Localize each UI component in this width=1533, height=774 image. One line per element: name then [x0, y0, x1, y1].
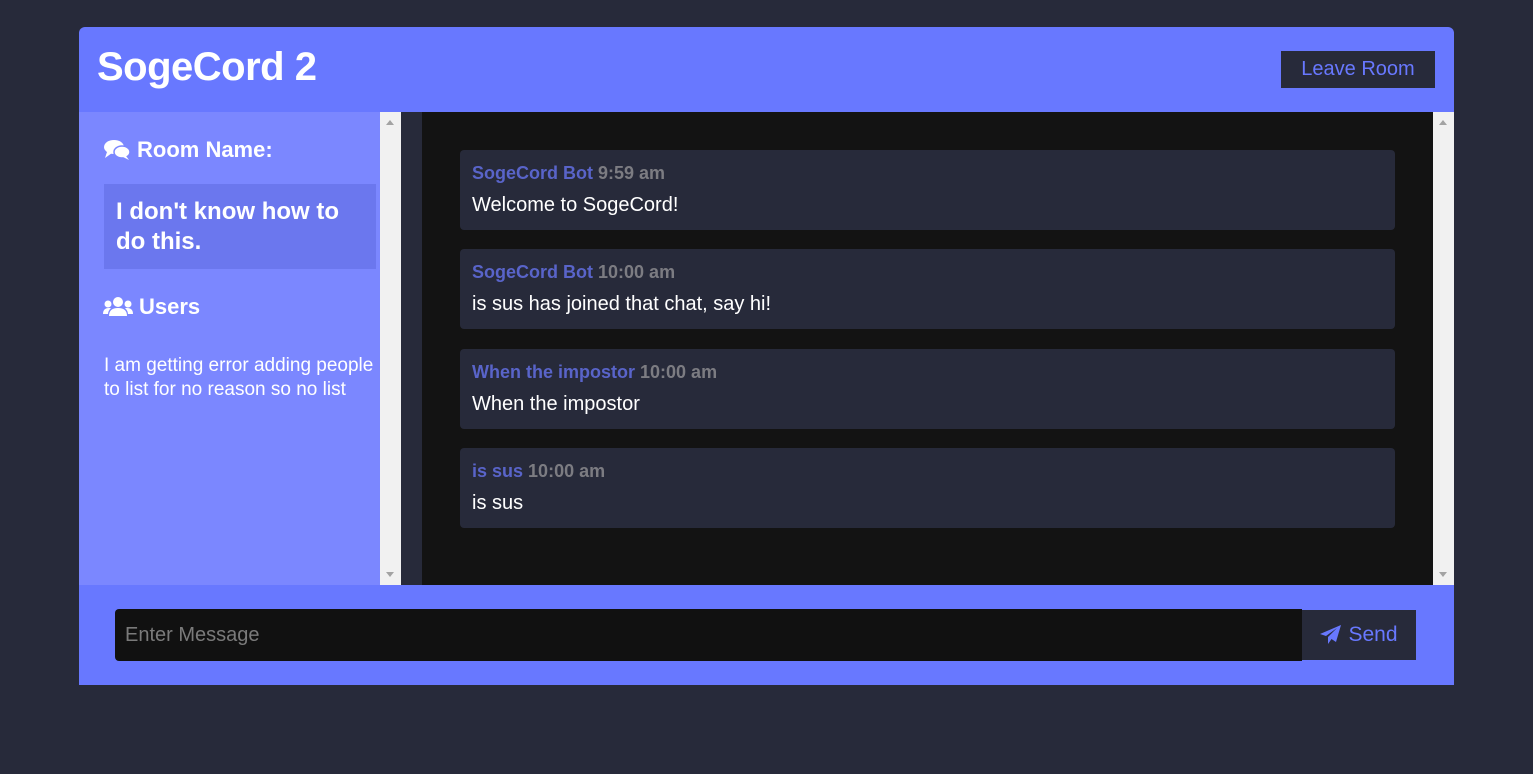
message: When the impostor 10:00 am When the impo…	[460, 349, 1395, 429]
message: SogeCord Bot 10:00 am is sus has joined …	[460, 249, 1395, 329]
message-meta: SogeCord Bot 10:00 am	[472, 261, 1383, 283]
message: is sus 10:00 am is sus	[460, 448, 1395, 528]
message-text: is sus	[472, 492, 524, 514]
message-username: When the impostor	[472, 362, 635, 382]
sidebar-scrollbar[interactable]	[380, 112, 401, 585]
message-username: SogeCord Bot	[472, 262, 593, 282]
scroll-down-arrow-icon[interactable]	[1439, 572, 1447, 577]
send-button[interactable]: Send	[1302, 610, 1416, 660]
message: SogeCord Bot 9:59 am Welcome to SogeCord…	[460, 150, 1395, 230]
paper-plane-icon	[1320, 625, 1342, 644]
room-name-heading: Room Name:	[103, 137, 273, 163]
message-meta: When the impostor 10:00 am	[472, 361, 1383, 383]
app-title: SogeCord 2	[97, 45, 317, 89]
users-icon	[103, 297, 133, 316]
comments-icon	[104, 140, 131, 160]
message-time: 9:59 am	[598, 163, 666, 183]
message-input[interactable]	[115, 609, 1302, 661]
send-button-label: Send	[1348, 623, 1398, 646]
message-time: 10:00 am	[598, 262, 676, 282]
message-time: 10:00 am	[528, 461, 606, 481]
header: SogeCord 2 Leave Room	[79, 27, 1454, 112]
users-heading-label: Users	[139, 294, 201, 319]
users-list-text: I am getting error adding people to list…	[104, 355, 374, 400]
scroll-up-arrow-icon[interactable]	[1439, 120, 1447, 125]
users-heading: Users	[103, 294, 200, 320]
room-name-heading-label: Room Name:	[137, 137, 273, 162]
message-text: When the impostor	[472, 393, 640, 415]
message-composer: Send	[79, 585, 1454, 685]
room-name-value: I don't know how to do this.	[104, 184, 376, 269]
message-text: is sus has joined that chat, say hi!	[472, 293, 772, 315]
message-username: SogeCord Bot	[472, 163, 593, 183]
message-meta: is sus 10:00 am	[472, 460, 1383, 482]
scroll-down-arrow-icon[interactable]	[386, 572, 394, 577]
chat-app: SogeCord 2 Leave Room Room Name: I don't…	[79, 27, 1454, 685]
sidebar: Room Name: I don't know how to do this. …	[79, 112, 401, 585]
message-time: 10:00 am	[640, 362, 718, 382]
message-username: is sus	[472, 461, 524, 481]
messages-scrollbar[interactable]	[1433, 112, 1454, 585]
message-meta: SogeCord Bot 9:59 am	[472, 162, 1383, 184]
chat-messages: SogeCord Bot 9:59 am Welcome to SogeCord…	[422, 112, 1433, 585]
message-text: Welcome to SogeCord!	[472, 194, 679, 216]
leave-room-button[interactable]: Leave Room	[1281, 51, 1435, 88]
scroll-up-arrow-icon[interactable]	[386, 120, 394, 125]
